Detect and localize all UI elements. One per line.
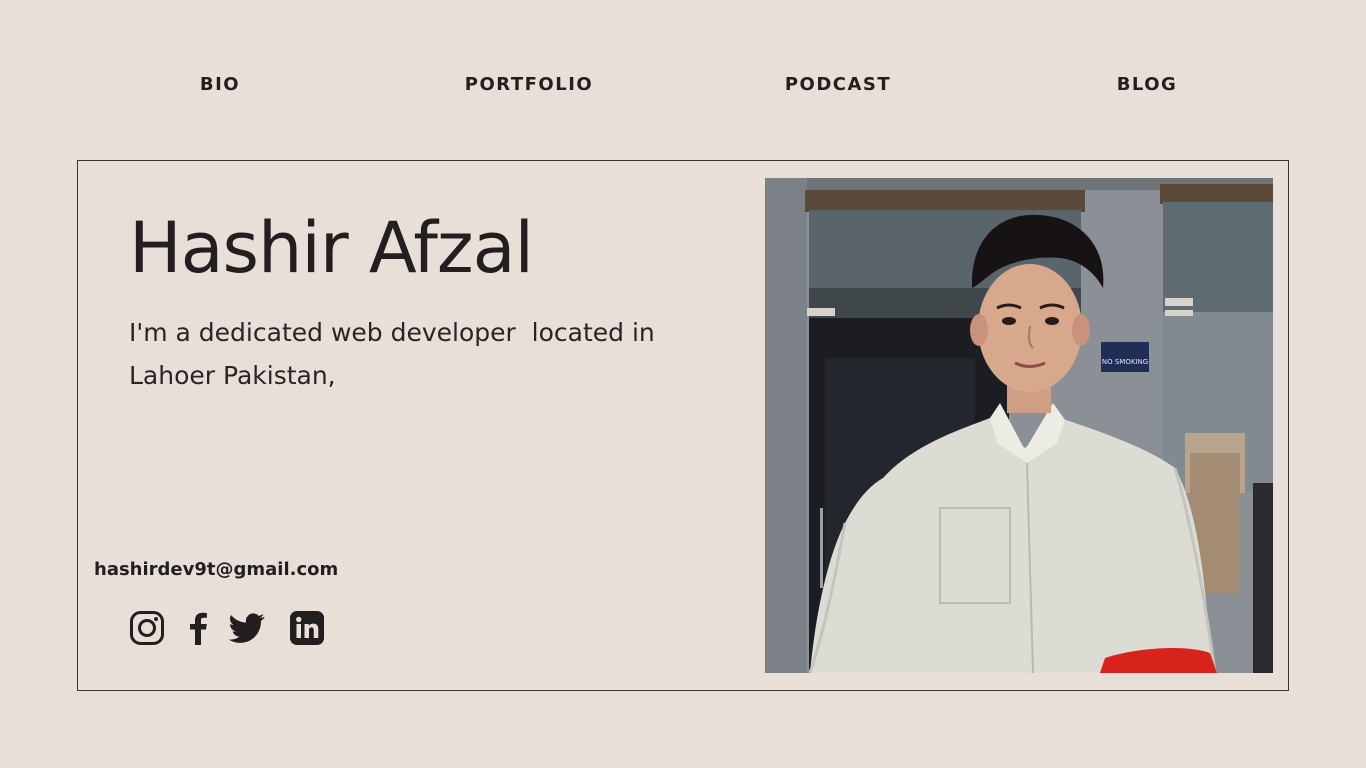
nav-link-bio[interactable]: BIO xyxy=(120,70,320,100)
instagram-icon[interactable] xyxy=(129,610,165,646)
email-address[interactable]: hashirdev9t@gmail.com xyxy=(94,558,338,582)
photo-sign-text: NO SMOKING xyxy=(1102,358,1148,366)
twitter-icon[interactable] xyxy=(227,610,267,646)
nav-link-portfolio[interactable]: PORTFOLIO xyxy=(429,70,629,100)
facebook-icon[interactable] xyxy=(181,610,217,646)
page: BIO PORTFOLIO PODCAST BLOG Hashir Afzal … xyxy=(0,0,1366,768)
top-nav: BIO PORTFOLIO PODCAST BLOG xyxy=(0,70,1366,100)
linkedin-icon[interactable] xyxy=(289,610,325,646)
profile-bio: I'm a dedicated web developer located in… xyxy=(129,318,655,390)
nav-link-podcast[interactable]: PODCAST xyxy=(738,70,938,100)
profile-name: Hashir Afzal xyxy=(129,207,534,289)
profile-photo: NO SMOKING xyxy=(765,178,1273,673)
nav-link-blog[interactable]: BLOG xyxy=(1047,70,1247,100)
profile-card: Hashir Afzal I'm a dedicated web develop… xyxy=(77,160,1289,691)
